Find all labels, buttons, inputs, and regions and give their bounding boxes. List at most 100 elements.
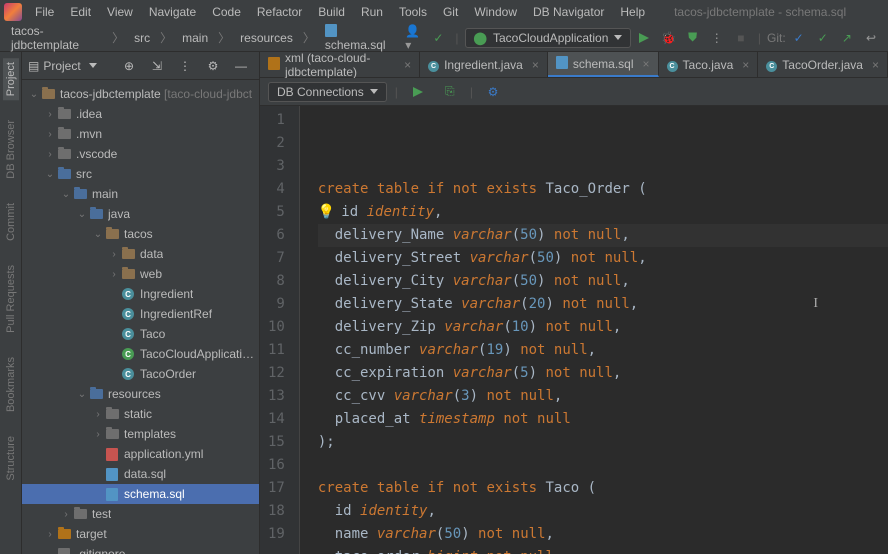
db-connections-dropdown[interactable]: DB Connections [268, 82, 387, 102]
editor-tab[interactable]: xml (taco-cloud-jdbctemplate)× [260, 52, 420, 77]
close-tab-icon[interactable]: × [872, 58, 879, 72]
left-tab-dbbrowser[interactable]: DB Browser [3, 116, 19, 183]
tree-item[interactable]: CTacoOrder [22, 364, 259, 384]
menubar: File Edit View Navigate Code Refactor Bu… [0, 0, 888, 24]
menu-view[interactable]: View [100, 3, 140, 21]
tree-item[interactable]: CTacoCloudApplication [22, 344, 259, 364]
tree-item[interactable]: ›test [22, 504, 259, 524]
execute-sql-button[interactable] [408, 82, 428, 102]
sidebar-title: Project [43, 59, 80, 73]
build-hammer-icon[interactable]: ✓ [429, 28, 447, 48]
breadcrumb-root[interactable]: tacos-jdbctemplate [6, 22, 107, 54]
editor-toolbar: DB Connections | ⎘ | ⚙ [260, 78, 888, 106]
user-icon[interactable]: 👤▾ [405, 28, 423, 48]
tree-item[interactable]: ›.idea [22, 104, 259, 124]
chevron-right-icon: 〉 [157, 29, 175, 46]
text-cursor-icon: I [813, 292, 818, 315]
execute-script-button[interactable]: ⎘ [440, 82, 460, 102]
breadcrumb-resources[interactable]: resources [235, 29, 298, 47]
git-label: Git: [767, 31, 786, 45]
coverage-button[interactable]: ⛊ [684, 28, 702, 48]
hide-icon[interactable]: — [231, 56, 251, 76]
menu-help[interactable]: Help [613, 3, 652, 21]
vcs-commit-icon[interactable]: ✓ [814, 28, 832, 48]
project-tree[interactable]: ⌄tacos-jdbctemplate [taco-cloud-jdbct›.i… [22, 80, 259, 554]
menu-edit[interactable]: Edit [63, 3, 98, 21]
menu-code[interactable]: Code [205, 3, 248, 21]
chevron-right-icon: 〉 [300, 29, 318, 46]
tree-item[interactable]: schema.sql [22, 484, 259, 504]
tree-item[interactable]: ›target [22, 524, 259, 544]
tree-item[interactable]: ›data [22, 244, 259, 264]
editor-tab-strip: xml (taco-cloud-jdbctemplate)×CIngredien… [260, 52, 888, 78]
editor-tab[interactable]: CTacoOrder.java× [758, 52, 888, 77]
menu-build[interactable]: Build [311, 3, 352, 21]
left-tab-commit[interactable]: Commit [3, 199, 19, 245]
menu-window[interactable]: Window [467, 3, 524, 21]
settings-icon[interactable]: ⚙ [203, 56, 223, 76]
breadcrumb-src[interactable]: src [129, 29, 155, 47]
chevron-down-icon[interactable] [89, 63, 97, 68]
left-tab-pullrequests[interactable]: Pull Requests [3, 261, 19, 337]
run-button[interactable] [635, 28, 653, 48]
code-text[interactable]: I create table if not exists Taco_Order … [300, 106, 888, 554]
tree-item[interactable]: CIngredient [22, 284, 259, 304]
editor-settings-icon[interactable]: ⚙ [483, 82, 503, 102]
tree-item[interactable]: ⌄main [22, 184, 259, 204]
editor-tab[interactable]: CTaco.java× [659, 52, 759, 77]
tree-item[interactable]: .gitignore [22, 544, 259, 554]
vcs-update-icon[interactable]: ✓ [790, 28, 808, 48]
close-tab-icon[interactable]: × [643, 57, 650, 71]
left-tool-tabs: Project DB Browser Commit Pull Requests … [0, 52, 22, 554]
breadcrumb-file[interactable]: schema.sql [320, 22, 399, 54]
editor-tab[interactable]: CIngredient.java× [420, 52, 548, 77]
expand-all-icon[interactable]: ⇲ [147, 56, 167, 76]
window-title: tacos-jdbctemplate - schema.sql [674, 5, 846, 19]
more-actions-icon[interactable]: ⋮ [708, 28, 726, 48]
tree-item[interactable]: ⌄resources [22, 384, 259, 404]
breadcrumb-main[interactable]: main [177, 29, 213, 47]
tree-item[interactable]: ⌄tacos-jdbctemplate [taco-cloud-jdbct [22, 84, 259, 104]
debug-button[interactable]: 🐞 [659, 28, 677, 48]
tree-item[interactable]: application.yml [22, 444, 259, 464]
chevron-right-icon: 〉 [215, 29, 233, 46]
app-icon [4, 3, 22, 21]
editor-tab[interactable]: schema.sql× [548, 52, 659, 77]
vcs-history-icon[interactable]: ↩ [862, 28, 880, 48]
tree-item[interactable]: ›static [22, 404, 259, 424]
menu-file[interactable]: File [28, 3, 61, 21]
chevron-down-icon [614, 35, 622, 40]
tree-item[interactable]: ›templates [22, 424, 259, 444]
tree-item[interactable]: ⌄java [22, 204, 259, 224]
tree-item[interactable]: ⌄tacos [22, 224, 259, 244]
menu-run[interactable]: Run [354, 3, 390, 21]
locate-icon[interactable]: ⊕ [119, 56, 139, 76]
tree-item[interactable]: ›web [22, 264, 259, 284]
tree-item[interactable]: ⌄src [22, 164, 259, 184]
chevron-down-icon [370, 89, 378, 94]
code-editor[interactable]: 12345678910111213141516171819 I create t… [260, 106, 888, 554]
close-tab-icon[interactable]: × [532, 58, 539, 72]
close-tab-icon[interactable]: × [404, 58, 411, 72]
menu-dbnav[interactable]: DB Navigator [526, 3, 611, 21]
stop-button[interactable]: ■ [732, 28, 750, 48]
menu-navigate[interactable]: Navigate [142, 3, 203, 21]
menu-refactor[interactable]: Refactor [250, 3, 309, 21]
tree-item[interactable]: data.sql [22, 464, 259, 484]
line-gutter: 12345678910111213141516171819 [260, 106, 300, 554]
menu-tools[interactable]: Tools [392, 3, 434, 21]
tree-item[interactable]: ›.vscode [22, 144, 259, 164]
left-tab-project[interactable]: Project [3, 58, 19, 100]
editor-pane: xml (taco-cloud-jdbctemplate)×CIngredien… [260, 52, 888, 554]
tree-item[interactable]: ›.mvn [22, 124, 259, 144]
run-configuration-dropdown[interactable]: ⬤ TacoCloudApplication [465, 28, 632, 48]
sql-file-icon [325, 24, 337, 37]
menu-git[interactable]: Git [436, 3, 465, 21]
left-tab-bookmarks[interactable]: Bookmarks [3, 353, 19, 416]
close-tab-icon[interactable]: × [742, 58, 749, 72]
left-tab-structure[interactable]: Structure [3, 432, 19, 485]
tree-item[interactable]: CTaco [22, 324, 259, 344]
tree-options-icon[interactable]: ⋮ [175, 56, 195, 76]
vcs-push-icon[interactable]: ↗ [838, 28, 856, 48]
tree-item[interactable]: CIngredientRef [22, 304, 259, 324]
